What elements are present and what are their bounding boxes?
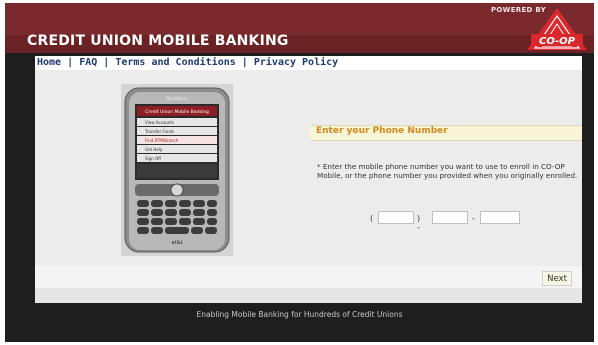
form-title: Enter your Phone Number bbox=[316, 126, 448, 136]
phone-brand-text: BlackBerry bbox=[166, 96, 188, 101]
area-code-close-paren: ) - bbox=[417, 214, 421, 232]
nav-separator: | bbox=[67, 57, 74, 68]
app-title: CREDIT UNION MOBILE BANKING bbox=[27, 33, 289, 49]
nav-faq-link[interactable]: FAQ bbox=[79, 57, 97, 68]
page-frame: CREDIT UNION MOBILE BANKING POWERED BY C… bbox=[5, 3, 594, 342]
form-title-band: Enter your Phone Number bbox=[310, 125, 582, 141]
footer-tagline: Enabling Mobile Banking for Hundreds of … bbox=[196, 310, 403, 319]
phone-menu-item: Get Help bbox=[145, 147, 163, 152]
nav-terms-link[interactable]: Terms and Conditions bbox=[115, 57, 235, 68]
phone-dash: - bbox=[472, 214, 475, 223]
nav-separator: | bbox=[103, 57, 110, 68]
area-code-input[interactable] bbox=[378, 211, 414, 224]
phone-menu-item: Sign Off bbox=[145, 156, 161, 161]
nav-privacy-link[interactable]: Privacy Policy bbox=[254, 57, 338, 68]
top-nav: Home | FAQ | Terms and Conditions | Priv… bbox=[35, 56, 582, 70]
header-bar: CREDIT UNION MOBILE BANKING POWERED BY C… bbox=[5, 3, 594, 53]
coop-logo: CO-OP bbox=[527, 8, 587, 50]
phone-carrier-text: at&t bbox=[172, 240, 183, 246]
nav-links: Home | FAQ | Terms and Conditions | Priv… bbox=[37, 57, 338, 68]
main-content: Home | FAQ | Terms and Conditions | Priv… bbox=[35, 56, 582, 303]
phone-menu-item: Find ATM/Branch bbox=[145, 138, 179, 143]
coop-logo-text: CO-OP bbox=[539, 36, 576, 47]
phone-screen-title: Credit Union Mobile Banking bbox=[145, 109, 209, 115]
action-band-lower bbox=[35, 288, 582, 303]
form-instructions: * Enter the mobile phone number you want… bbox=[317, 162, 578, 180]
phone-prefix-input[interactable] bbox=[432, 211, 468, 224]
phone-menu-item: Transfer Funds bbox=[144, 129, 174, 134]
action-band bbox=[35, 266, 582, 288]
area-code-open-paren: ( bbox=[370, 214, 374, 223]
nav-separator: | bbox=[241, 57, 248, 68]
nav-home-link[interactable]: Home bbox=[37, 57, 61, 68]
next-button[interactable]: Next bbox=[542, 271, 572, 286]
blackberry-phone-image: BlackBerry Credit Union Mobile Banking V… bbox=[121, 84, 233, 256]
phone-menu-item: View Accounts bbox=[145, 120, 174, 125]
phone-line-number-input[interactable] bbox=[480, 211, 520, 224]
